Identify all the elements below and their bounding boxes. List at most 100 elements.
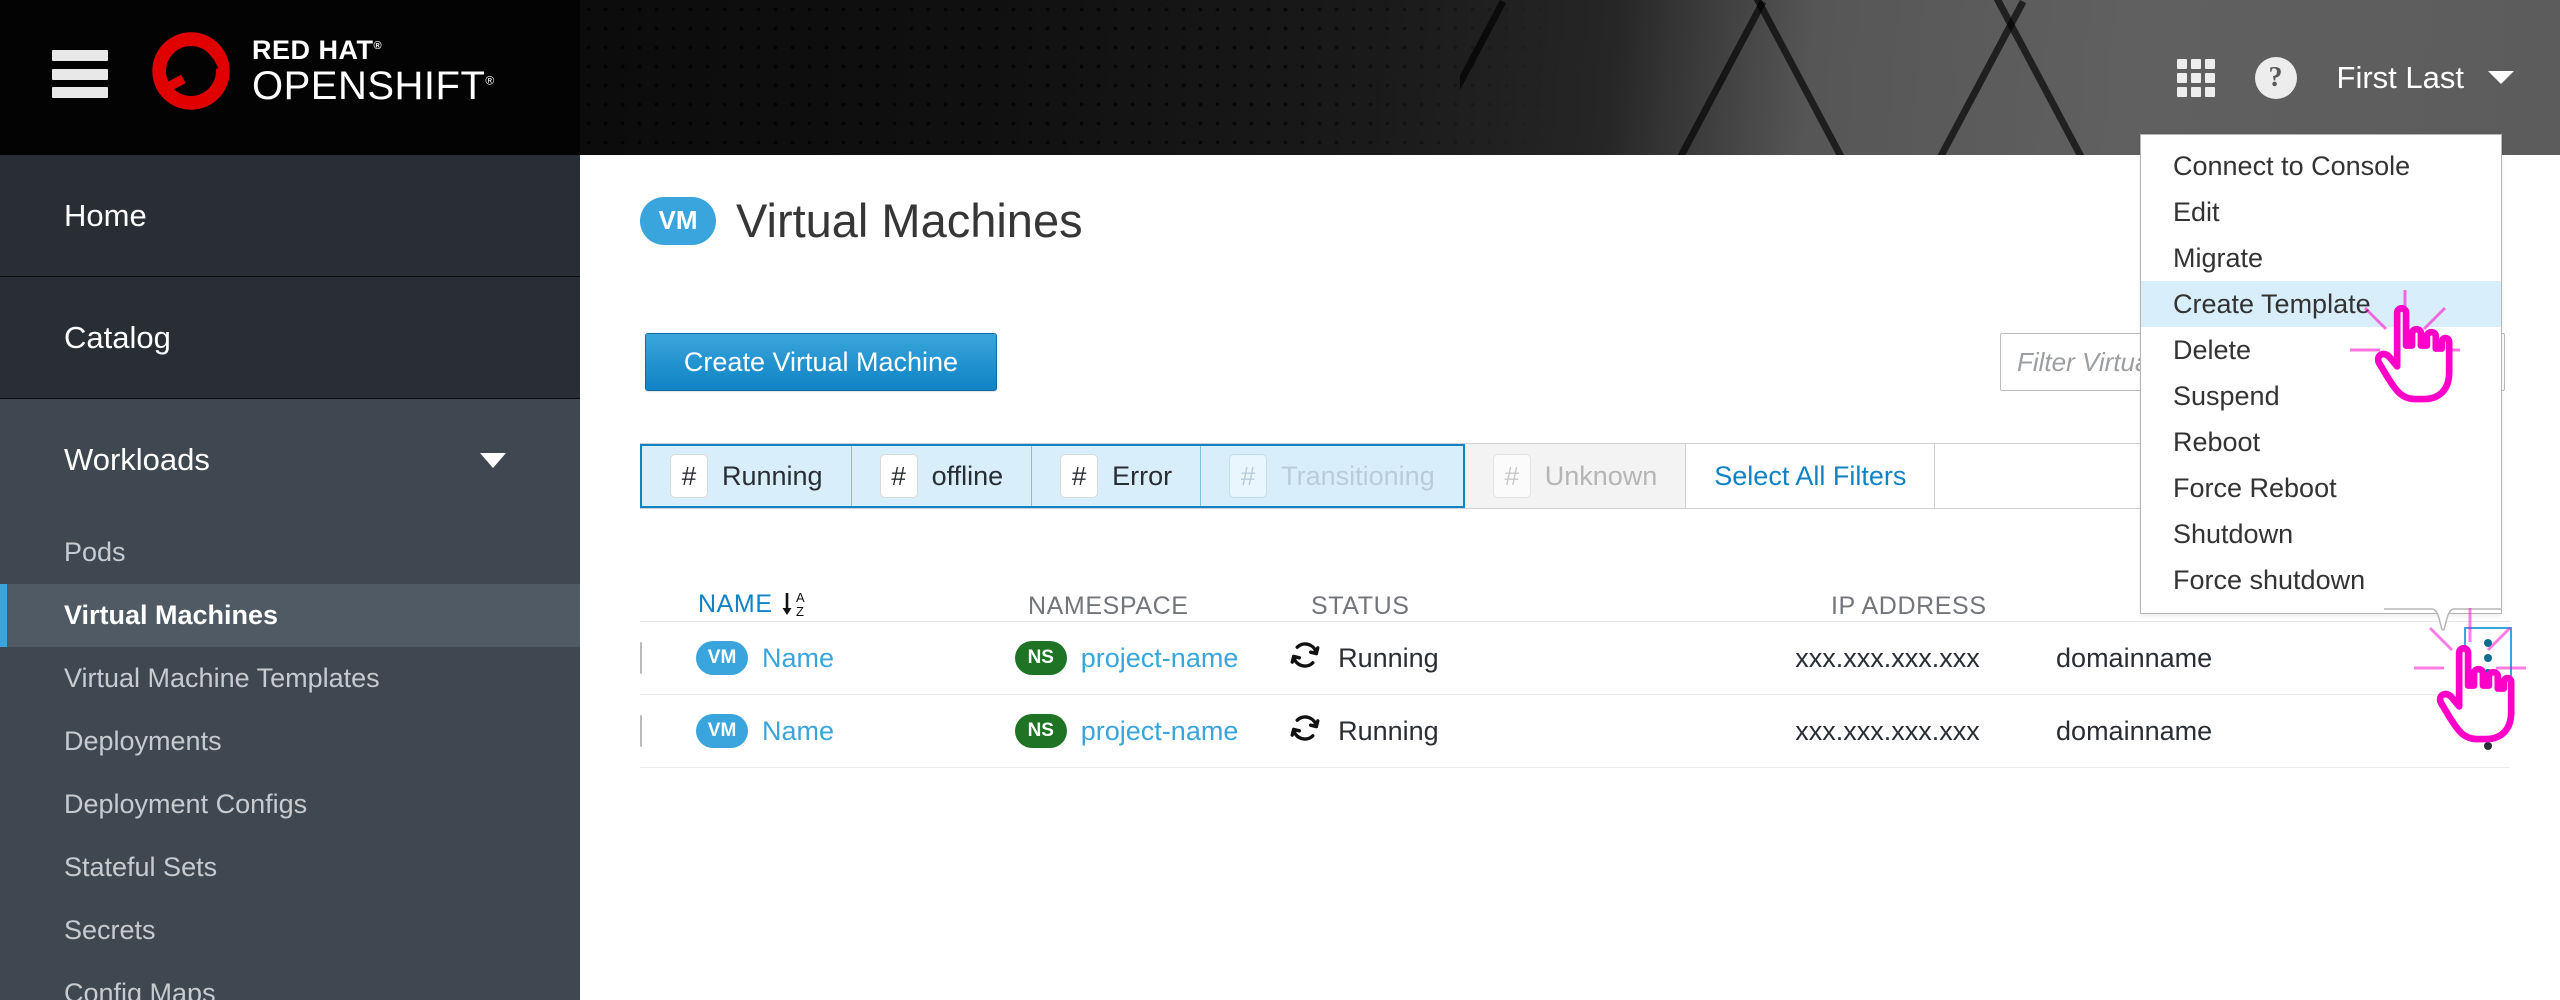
sidebar-subnav: Pods Virtual Machines Virtual Machine Te… [0,521,580,1000]
apps-grid-cell [2176,58,2187,69]
kebab-vertical-icon[interactable] [2464,627,2513,689]
namespace-link[interactable]: project-name [1081,643,1239,674]
brand-redhat-text: RED HAT [252,34,374,65]
menu-item-migrate[interactable]: Migrate [2141,235,2501,281]
hamburger-menu-icon[interactable] [52,50,108,98]
apps-grid-cell [2190,58,2201,69]
sidebar-item-label: Virtual Machine Templates [64,663,380,693]
filter-pill-label: offline [931,460,1004,491]
ns-badge: NS [1014,714,1067,748]
masthead-diagonal-lines [1460,0,2100,155]
redhat-openshift-logo[interactable]: RED HAT® OPENSHIFT® [148,28,495,114]
menu-item-delete[interactable]: Delete [2141,327,2501,373]
create-virtual-machine-button[interactable]: Create Virtual Machine [645,333,997,391]
masthead: RED HAT® OPENSHIFT® ? First Last [0,0,2560,155]
sidebar-item-label: Pods [64,537,126,567]
row-checkbox[interactable] [640,641,642,674]
masthead-toolbar: ? First Last [2176,0,2514,155]
kebab-dot [2484,727,2493,735]
count-badge: # [670,454,708,498]
selected-filter-group: # Running # offline # Error # Transition… [640,444,1465,508]
row-actions-dropdown: Connect to Console Edit Migrate Create T… [2140,134,2502,614]
sidebar-item-virtual-machine-templates[interactable]: Virtual Machine Templates [0,647,580,710]
sidebar-item-config-maps[interactable]: Config Maps [0,962,580,1000]
chevron-down-icon [480,452,506,468]
row-actions-cell [2375,627,2513,689]
menu-item-shutdown[interactable]: Shutdown [2141,511,2501,557]
sidebar-item-secrets[interactable]: Secrets [0,899,580,962]
sidebar-item-workloads[interactable]: Workloads [0,399,580,521]
sidebar-item-deployment-configs[interactable]: Deployment Configs [0,773,580,836]
menu-item-edit[interactable]: Edit [2141,189,2501,235]
count-badge: # [1492,454,1531,498]
filter-pill-error[interactable]: # Error [1032,446,1202,506]
user-menu-button[interactable]: First Last [2337,60,2514,96]
menu-item-force-shutdown[interactable]: Force shutdown [2141,557,2501,603]
select-all-filters-link[interactable]: Select All Filters [1686,444,1936,508]
column-header-name[interactable]: NAME A Z [698,587,1028,621]
column-header-status: STATUS [1311,592,1576,621]
vm-badge: VM [696,714,749,748]
cell-domain-name: domainname [2056,715,2213,746]
page-title-area: VM Virtual Machines [640,193,1083,248]
svg-text:A: A [796,590,805,605]
apps-grid-cell [2204,72,2215,83]
menu-item-create-template[interactable]: Create Template [2141,281,2501,327]
filter-pill-offline[interactable]: # offline [851,446,1033,506]
cell-ip-address: xxx.xxx.xxx.xxx [1795,715,1980,746]
sidebar-item-label: Secrets [64,915,156,945]
column-header-label: IP ADDRESS [1831,592,1987,620]
sidebar-item-catalog[interactable]: Catalog [0,277,580,399]
apps-grid-cell [2204,86,2215,97]
menu-item-connect-to-console[interactable]: Connect to Console [2141,143,2501,189]
kebab-dot [2484,669,2493,677]
brand-area: RED HAT® OPENSHIFT® [0,0,580,155]
vm-name-link[interactable]: Name [762,716,834,747]
apps-grid-cell [2190,86,2201,97]
menu-item-reboot[interactable]: Reboot [2141,419,2501,465]
vm-badge: VM [696,641,749,675]
sidebar-item-home[interactable]: Home [0,155,580,277]
brand-redhat-registered: ® [373,39,383,52]
page-title: Virtual Machines [736,194,1083,247]
count-badge: # [1060,454,1099,498]
sidebar-item-virtual-machines[interactable]: Virtual Machines [0,584,580,647]
cell-domain-name: domainname [2056,642,2213,673]
vm-name-link[interactable]: Name [762,643,834,674]
row-checkbox-cell [640,714,696,747]
filter-pill-unknown[interactable]: # Unknown [1464,444,1687,508]
kebab-dot [2484,742,2493,750]
table-row[interactable]: VM Name NS project-name Running xxx.xxx.… [640,695,2510,768]
cell-status: Running [1288,638,1795,679]
filter-pill-transitioning[interactable]: # Transitioning [1201,446,1463,506]
table-row[interactable]: VM Name NS project-name Running xxx.xxx.… [640,622,2513,695]
count-badge: # [879,454,918,498]
status-label: Running [1338,715,1439,746]
user-name-label: First Last [2336,59,2464,95]
cell-namespace: NS project-name [1014,641,1288,675]
sidebar-item-pods[interactable]: Pods [0,521,580,584]
kebab-dot [2484,712,2493,720]
filter-pill-running[interactable]: # Running [642,446,852,506]
apps-grid-cell [2190,72,2201,83]
menu-item-force-reboot[interactable]: Force Reboot [2141,465,2501,511]
sidebar-item-label: Virtual Machines [64,600,279,630]
column-header-label: NAME [698,589,773,618]
svg-text:Z: Z [796,604,805,619]
sidebar-item-stateful-sets[interactable]: Stateful Sets [0,836,580,899]
apps-grid-cell [2176,72,2187,83]
menu-item-suspend[interactable]: Suspend [2141,373,2501,419]
column-header-ip-address: IP ADDRESS [1831,592,2101,621]
filter-pill-label: Running [722,460,823,491]
kebab-vertical-icon[interactable] [2466,702,2510,760]
row-checkbox[interactable] [640,714,642,747]
brand-openshift-text: OPENSHIFT [252,63,486,108]
help-question-icon[interactable]: ? [2254,56,2297,99]
namespace-link[interactable]: project-name [1081,716,1239,747]
sidebar-item-deployments[interactable]: Deployments [0,710,580,773]
apps-grid-cell [2204,58,2215,69]
column-header-namespace: NAMESPACE [1028,592,1311,621]
apps-grid-icon[interactable] [2176,58,2215,97]
row-actions-cell [2375,702,2510,760]
redhat-logo-icon [152,32,230,110]
